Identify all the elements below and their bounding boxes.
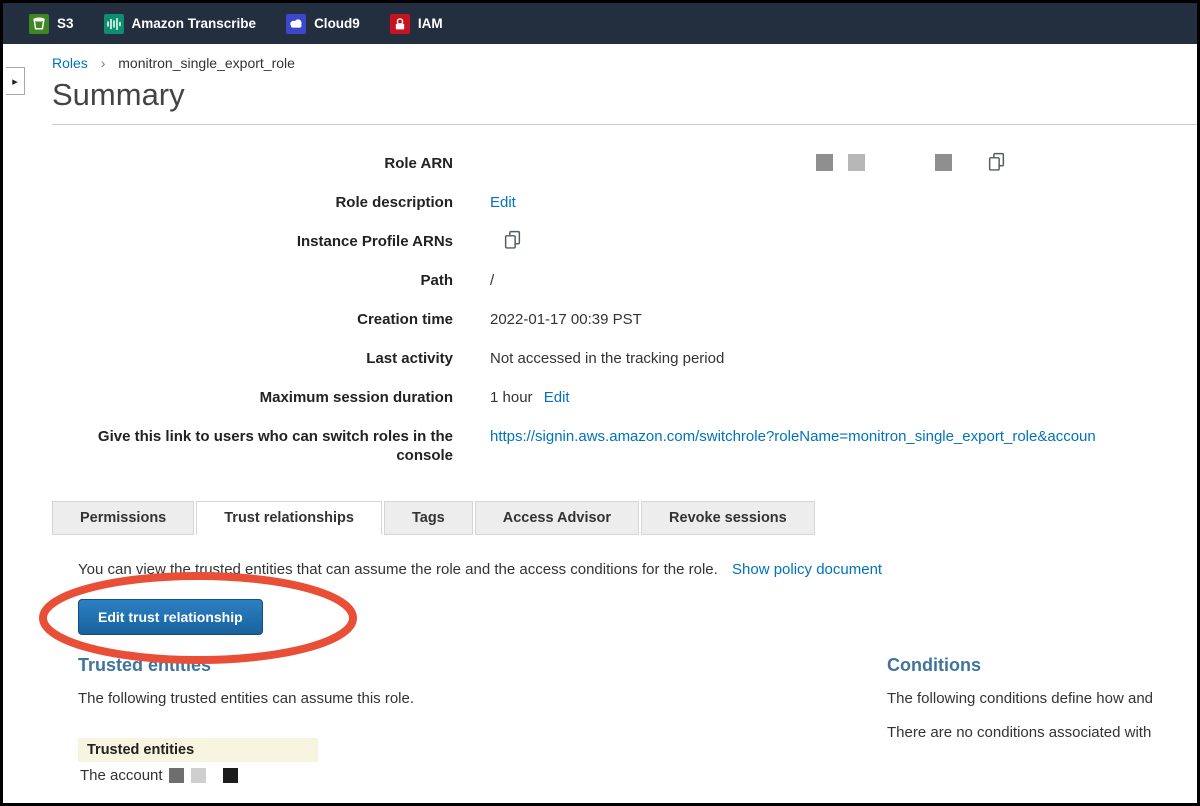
summary-row-last-activity: Last activity Not accessed in the tracki… xyxy=(52,349,1197,368)
nav-shortcut-label: IAM xyxy=(418,16,443,31)
edit-max-session-link[interactable]: Edit xyxy=(544,389,570,406)
last-activity-value: Not accessed in the tracking period xyxy=(453,349,1197,368)
main-content: Roles › monitron_single_export_role Summ… xyxy=(52,44,1197,789)
role-summary-fields: Role ARN Role description Edit Instance xyxy=(52,154,1197,465)
browser-frame: S3 Amazon Transcribe Cloud9 IAM ▸ Roles xyxy=(0,0,1200,806)
creation-time-label: Creation time xyxy=(52,310,453,329)
nav-shortcut-cloud9[interactable]: Cloud9 xyxy=(286,14,360,34)
instance-profile-label: Instance Profile ARNs xyxy=(52,232,453,251)
switch-link-value: https://signin.aws.amazon.com/switchrole… xyxy=(453,427,1197,465)
summary-row-max-session: Maximum session duration 1 hour Edit xyxy=(52,388,1197,407)
max-session-duration: 1 hour xyxy=(490,389,533,406)
cloud9-icon xyxy=(286,14,306,34)
edit-trust-button-area: Edit trust relationship xyxy=(78,599,263,635)
nav-shortcut-label: S3 xyxy=(57,16,74,31)
iam-icon xyxy=(390,14,410,34)
summary-row-role-arn: Role ARN xyxy=(52,154,1197,173)
nav-shortcut-s3[interactable]: S3 xyxy=(29,14,74,34)
breadcrumb-separator: › xyxy=(101,55,106,71)
summary-row-switch-link: Give this link to users who can switch r… xyxy=(52,427,1197,465)
chevron-right-icon: ▸ xyxy=(12,75,18,88)
redaction-block xyxy=(191,768,206,783)
page-title: Summary xyxy=(52,76,1197,114)
edit-role-description-link[interactable]: Edit xyxy=(490,194,516,211)
aws-services-topnav: S3 Amazon Transcribe Cloud9 IAM xyxy=(3,3,1197,44)
summary-divider xyxy=(52,124,1197,125)
trusted-entities-table: Trusted entities The account xyxy=(78,738,318,789)
redaction-block xyxy=(816,154,833,171)
role-detail-tabs: Permissions Trust relationships Tags Acc… xyxy=(52,501,1197,535)
trusted-entities-heading: Trusted entities xyxy=(78,655,887,676)
instance-profile-value xyxy=(453,232,1197,251)
trust-relationships-panel: You can view the trusted entities that c… xyxy=(52,561,1197,789)
show-policy-document-link[interactable]: Show policy document xyxy=(732,561,882,578)
trust-intro-line: You can view the trusted entities that c… xyxy=(78,561,1197,578)
path-value: / xyxy=(453,271,1197,290)
switch-link-label: Give this link to users who can switch r… xyxy=(52,427,453,465)
copy-icon[interactable] xyxy=(987,152,1006,171)
conditions-heading: Conditions xyxy=(887,655,1197,676)
breadcrumb: Roles › monitron_single_export_role xyxy=(52,55,1197,71)
path-label: Path xyxy=(52,271,453,290)
max-session-label: Maximum session duration xyxy=(52,388,453,407)
edit-trust-relationship-button[interactable]: Edit trust relationship xyxy=(78,599,263,635)
copy-icon[interactable] xyxy=(503,230,522,249)
trusted-entity-account-row: The account xyxy=(78,762,318,789)
summary-row-path: Path / xyxy=(52,271,1197,290)
summary-row-instance-profile: Instance Profile ARNs xyxy=(52,232,1197,251)
summary-row-creation-time: Creation time 2022-01-17 00:39 PST xyxy=(52,310,1197,329)
conditions-column: Conditions The following conditions defi… xyxy=(887,635,1197,789)
conditions-intro: The following conditions define how and xyxy=(887,690,1197,707)
role-arn-value xyxy=(453,154,1197,173)
last-activity-label: Last activity xyxy=(52,349,453,368)
redaction-block xyxy=(223,768,238,783)
transcribe-icon xyxy=(104,14,124,34)
nav-shortcut-label: Amazon Transcribe xyxy=(132,16,257,31)
breadcrumb-roles-link[interactable]: Roles xyxy=(52,55,88,71)
nav-shortcut-transcribe[interactable]: Amazon Transcribe xyxy=(104,14,257,34)
conditions-empty-text: There are no conditions associated with xyxy=(887,724,1197,741)
role-description-label: Role description xyxy=(52,193,453,212)
trust-intro-text: You can view the trusted entities that c… xyxy=(78,561,718,578)
max-session-value: 1 hour Edit xyxy=(453,388,1197,407)
redaction-block xyxy=(848,154,865,171)
s3-icon xyxy=(29,14,49,34)
tab-permissions[interactable]: Permissions xyxy=(52,501,194,535)
redaction-block xyxy=(935,154,952,171)
role-arn-label: Role ARN xyxy=(52,154,453,173)
trust-columns: Trusted entities The following trusted e… xyxy=(78,635,1197,789)
tab-trust-relationships[interactable]: Trust relationships xyxy=(196,501,382,535)
account-row-text: The account xyxy=(80,767,163,784)
trusted-entities-intro: The following trusted entities can assum… xyxy=(78,690,887,707)
tab-revoke-sessions[interactable]: Revoke sessions xyxy=(641,501,815,535)
redaction-block xyxy=(169,768,184,783)
breadcrumb-current: monitron_single_export_role xyxy=(118,55,295,71)
nav-shortcut-iam[interactable]: IAM xyxy=(390,14,443,34)
role-description-value: Edit xyxy=(453,193,1197,212)
switch-role-url-link[interactable]: https://signin.aws.amazon.com/switchrole… xyxy=(490,428,1096,445)
summary-row-role-description: Role description Edit xyxy=(52,193,1197,212)
creation-time-value: 2022-01-17 00:39 PST xyxy=(453,310,1197,329)
trusted-entities-table-header: Trusted entities xyxy=(78,738,318,762)
nav-shortcut-label: Cloud9 xyxy=(314,16,360,31)
tab-tags[interactable]: Tags xyxy=(384,501,473,535)
sidebar-expand-button[interactable]: ▸ xyxy=(6,67,25,95)
tab-access-advisor[interactable]: Access Advisor xyxy=(475,501,639,535)
trusted-entities-column: Trusted entities The following trusted e… xyxy=(78,635,887,789)
